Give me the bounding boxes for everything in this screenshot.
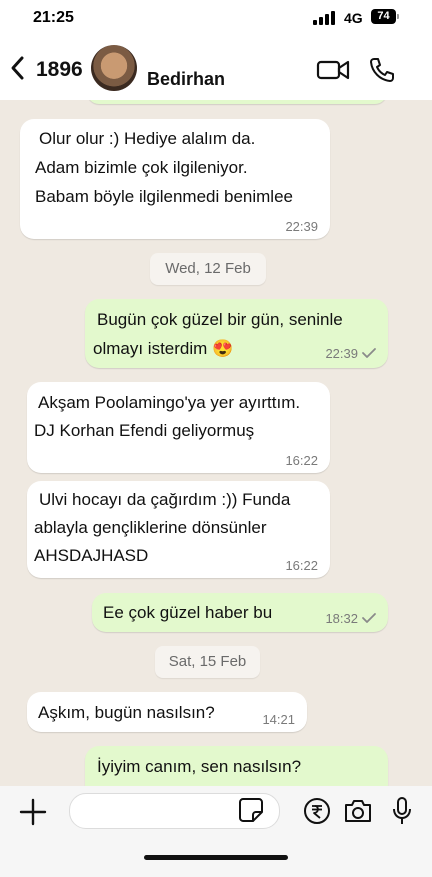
message-time: 14:21 — [262, 712, 295, 727]
mic-icon[interactable] — [390, 796, 414, 826]
back-chevron-icon[interactable] — [8, 54, 28, 82]
message-bubble-partial — [87, 100, 387, 104]
message-text: olmayı isterdim 😍 — [93, 339, 234, 358]
status-time: 21:25 — [33, 9, 74, 26]
message-bubble-outgoing[interactable]: Bugün çok güzel bir gün, seninle olmayı … — [85, 299, 388, 368]
message-bubble-incoming[interactable]: Ulvi hocayı da çağırdım :)) Funda ablayl… — [27, 481, 330, 578]
sticker-icon[interactable] — [238, 797, 264, 823]
date-separator: Sat, 15 Feb — [155, 646, 260, 678]
message-text: Akşam Poolamingo'ya yer ayırttım. — [38, 393, 301, 412]
message-text: AHSDAJHASD — [34, 546, 149, 565]
battery-icon: 74 — [371, 9, 396, 24]
message-time: 16:22 — [285, 453, 318, 468]
message-bubble-incoming[interactable]: Akşam Poolamingo'ya yer ayırttım. DJ Kor… — [27, 382, 330, 473]
message-text: Ee çok güzel haber bu — [103, 603, 273, 622]
message-time: 22:39 — [285, 219, 318, 234]
message-bubble-incoming[interactable]: Olur olur :) Hediye alalım da. Adam bizi… — [20, 119, 330, 239]
date-separator: Wed, 12 Feb — [150, 253, 266, 285]
video-call-icon[interactable] — [316, 58, 350, 82]
contact-name[interactable]: Bedirhan — [147, 69, 225, 90]
message-text: Bugün çok güzel bir gün, seninle — [97, 310, 343, 329]
network-type: 4G — [344, 10, 363, 26]
cell-signal-icon — [313, 11, 339, 25]
message-text: Aşkım, bugün nasılsın? — [38, 703, 215, 722]
message-text: İyiyim canım, sen nasılsın? — [97, 757, 302, 776]
camera-icon[interactable] — [343, 798, 373, 824]
avatar[interactable] — [91, 45, 137, 91]
message-text: Olur olur :) Hediye alalım da. — [39, 129, 256, 148]
rupee-icon[interactable] — [303, 797, 331, 825]
message-time: 18:32 — [325, 611, 358, 626]
chat-header: 1896 Bedirhan — [0, 36, 432, 100]
message-bubble-outgoing[interactable]: İyiyim canım, sen nasılsın? — [85, 746, 388, 786]
message-time: 22:39 — [325, 346, 358, 361]
message-time: 16:22 — [285, 558, 318, 573]
battery-tip — [397, 14, 399, 19]
status-bar: 21:25 4G 74 — [0, 0, 432, 36]
sent-check-icon — [362, 348, 376, 358]
message-bubble-outgoing[interactable]: Ee çok güzel haber bu 18:32 — [92, 593, 388, 632]
message-text: ablayla gençliklerine dönsünler — [34, 518, 267, 537]
message-list[interactable]: Olur olur :) Hediye alalım da. Adam bizi… — [0, 100, 432, 786]
home-indicator — [144, 855, 288, 860]
message-text: Adam bizimle çok ilgileniyor. — [35, 158, 248, 177]
message-text: Ulvi hocayı da çağırdım :)) Funda — [39, 490, 291, 509]
composer-bar — [0, 786, 432, 877]
plus-icon[interactable] — [18, 797, 48, 827]
sent-check-icon — [362, 613, 376, 623]
phone-icon[interactable] — [368, 56, 396, 84]
message-text: Babam böyle ilgilenmedi benimlee — [35, 187, 293, 206]
message-bubble-incoming[interactable]: Aşkım, bugün nasılsın? 14:21 — [27, 692, 307, 732]
unread-count[interactable]: 1896 — [36, 58, 83, 82]
message-text: DJ Korhan Efendi geliyormuş — [34, 421, 255, 440]
